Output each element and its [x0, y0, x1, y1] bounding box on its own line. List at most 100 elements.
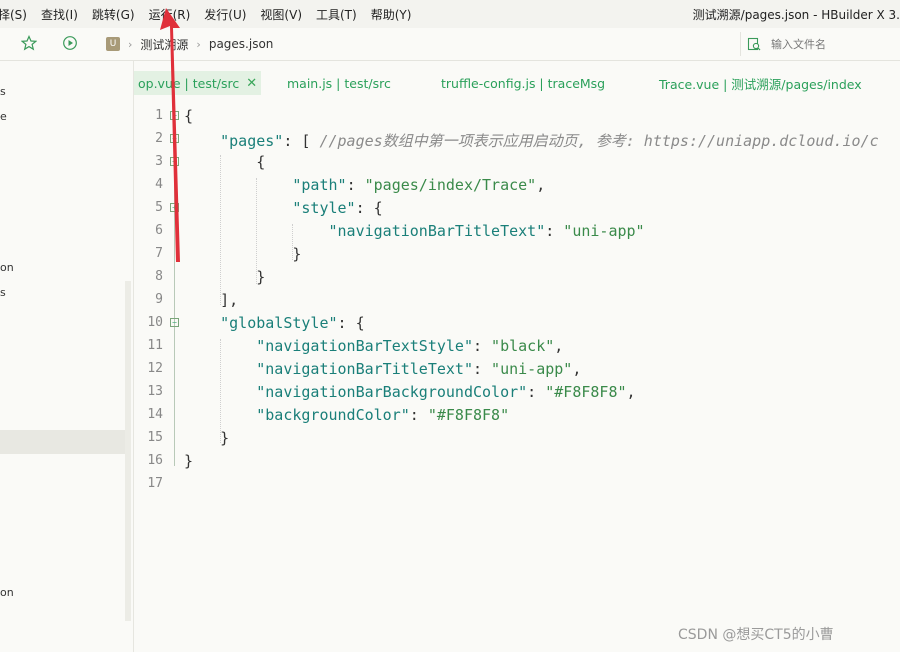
line-number: 4: [155, 177, 163, 192]
line-number: 12: [147, 361, 163, 376]
collapse-fold-icon[interactable]: −: [170, 111, 179, 120]
code-token: {: [184, 107, 194, 125]
code-line[interactable]: 5 + "style": {: [134, 197, 900, 220]
code-line[interactable]: 16}: [134, 450, 900, 473]
breadcrumb-project[interactable]: 测试溯源: [140, 36, 188, 53]
editor-tabs: op.vue | test/src ✕ main.js | test/src t…: [134, 71, 900, 95]
code-token: ],: [184, 291, 239, 309]
breadcrumb: U › 测试溯源 › pages.json: [106, 28, 273, 60]
expand-fold-icon[interactable]: +: [170, 203, 179, 212]
tab-trace-vue[interactable]: Trace.vue | 测试溯源/pages/index: [659, 71, 862, 95]
menu-publish[interactable]: 发行(U): [197, 6, 253, 23]
code-line[interactable]: 9 ],: [134, 289, 900, 312]
tab-main-js[interactable]: main.js | test/src: [287, 71, 391, 95]
code-line[interactable]: 1−{: [134, 105, 900, 128]
sidebar-item[interactable]: on: [0, 261, 14, 274]
window-title: 测试溯源/pages.json - HBuilder X 3.: [692, 8, 900, 22]
code-token: "pages/index/Trace": [364, 176, 537, 194]
sidebar-item[interactable]: on: [0, 586, 14, 599]
code-line[interactable]: 11 "navigationBarTextStyle": "black",: [134, 335, 900, 358]
collapse-fold-icon[interactable]: −: [170, 157, 179, 166]
line-number: 11: [147, 338, 163, 353]
collapse-fold-icon[interactable]: −: [170, 318, 179, 327]
line-number: 16: [147, 453, 163, 468]
code-token: "navigationBarTitleText": [184, 360, 473, 378]
tab-app-vue[interactable]: op.vue | test/src ✕: [134, 71, 262, 95]
line-number: 8: [155, 269, 163, 284]
sidebar-item[interactable]: s: [0, 286, 6, 299]
menu-run[interactable]: 运行(R): [142, 6, 198, 23]
code-token: }: [184, 268, 266, 286]
code-line[interactable]: 2− "pages": [ //pages数组中第一项表示应用启动页, 参考: …: [134, 128, 900, 151]
code-token: "pages": [184, 132, 284, 150]
code-line[interactable]: 15 }: [134, 427, 900, 450]
menu-goto[interactable]: 跳转(G): [85, 6, 142, 23]
code-line[interactable]: 13 "navigationBarBackgroundColor": "#F8F…: [134, 381, 900, 404]
sidebar-item[interactable]: s: [0, 85, 6, 98]
code-token: : {: [355, 199, 383, 217]
menu-find[interactable]: 查找(I): [34, 6, 85, 23]
star-icon[interactable]: [20, 34, 38, 52]
menu-view[interactable]: 视图(V): [253, 6, 309, 23]
breadcrumb-file[interactable]: pages.json: [209, 37, 274, 51]
code-text: }: [184, 268, 265, 286]
code-token: :: [472, 360, 492, 378]
play-circle-icon[interactable]: [61, 34, 79, 52]
code-text: {: [184, 153, 265, 171]
code-text: ],: [184, 291, 238, 309]
sidebar-scrollbar[interactable]: [125, 281, 131, 621]
project-icon: U: [106, 37, 120, 51]
menu-select[interactable]: 择(S): [0, 6, 34, 23]
code-text: "pages": [ //pages数组中第一项表示应用启动页, 参考: htt…: [184, 130, 879, 151]
line-number: 17: [147, 476, 163, 491]
code-token: "uni-app": [491, 360, 573, 378]
line-number: 15: [147, 430, 163, 445]
code-line[interactable]: 6 "navigationBarTitleText": "uni-app": [134, 220, 900, 243]
tab-label: main.js | test/src: [287, 75, 391, 91]
line-number: 9: [155, 292, 163, 307]
code-token: "navigationBarTitleText": [184, 222, 546, 240]
line-number: 10: [147, 315, 163, 330]
code-token: "globalStyle": [184, 314, 338, 332]
file-search: [740, 32, 900, 56]
code-token: ,: [626, 383, 636, 401]
code-line[interactable]: 4 "path": "pages/index/Trace",: [134, 174, 900, 197]
code-token: :: [409, 406, 428, 424]
code-text: "path": "pages/index/Trace",: [184, 176, 545, 194]
code-line[interactable]: 17: [134, 473, 900, 496]
menu-help[interactable]: 帮助(Y): [364, 6, 419, 23]
code-token: :: [472, 337, 492, 355]
code-token: {: [184, 153, 266, 171]
code-text: "navigationBarBackgroundColor": "#F8F8F8…: [184, 383, 636, 401]
code-line[interactable]: 8 }: [134, 266, 900, 289]
line-number: 2: [155, 131, 163, 146]
code-line[interactable]: 10− "globalStyle": {: [134, 312, 900, 335]
collapse-fold-icon[interactable]: −: [170, 134, 179, 143]
code-editor[interactable]: 1−{2− "pages": [ //pages数组中第一项表示应用启动页, 参…: [134, 105, 900, 652]
code-token: "uni-app": [563, 222, 645, 240]
code-text: {: [184, 107, 193, 125]
toolbar: U › 测试溯源 › pages.json: [0, 28, 900, 61]
code-line[interactable]: 7 }: [134, 243, 900, 266]
code-text: }: [184, 245, 301, 263]
code-token: : {: [337, 314, 365, 332]
code-text: "backgroundColor": "#F8F8F8": [184, 406, 509, 424]
code-token: "#F8F8F8": [545, 383, 627, 401]
line-number: 1: [155, 108, 163, 123]
menu-tools[interactable]: 工具(T): [309, 6, 364, 23]
file-search-input[interactable]: [769, 36, 893, 52]
sidebar-item[interactable]: e: [0, 110, 7, 123]
chevron-right-icon: ›: [196, 37, 201, 51]
line-number: 5: [155, 200, 163, 215]
code-token: "#F8F8F8": [427, 406, 510, 424]
code-text: "navigationBarTitleText": "uni-app": [184, 222, 645, 240]
sidebar-selected-row[interactable]: [0, 430, 126, 454]
code-line[interactable]: 14 "backgroundColor": "#F8F8F8": [134, 404, 900, 427]
code-text: "globalStyle": {: [184, 314, 365, 332]
code-line[interactable]: 3− {: [134, 151, 900, 174]
line-number: 3: [155, 154, 163, 169]
close-icon[interactable]: ✕: [246, 76, 257, 91]
code-line[interactable]: 12 "navigationBarTitleText": "uni-app",: [134, 358, 900, 381]
code-token: }: [184, 452, 194, 470]
tab-truffle-config[interactable]: truffle-config.js | traceMsg: [441, 71, 605, 95]
